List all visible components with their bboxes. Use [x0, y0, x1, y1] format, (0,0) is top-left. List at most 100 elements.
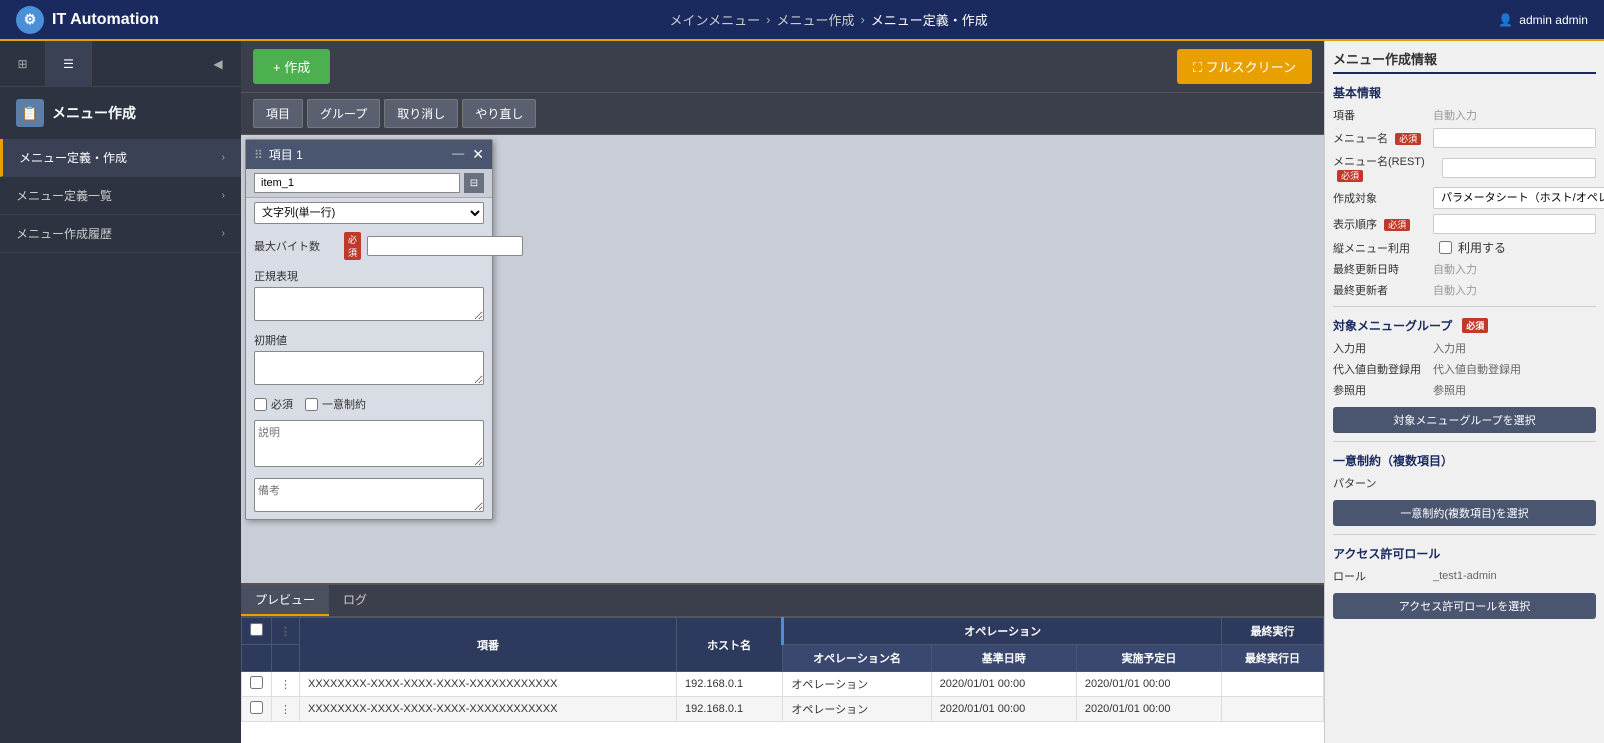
desc-input[interactable] — [254, 420, 484, 467]
unique-checkbox-label[interactable]: 一意制約 — [305, 396, 366, 412]
tab-preview[interactable]: プレビュー — [241, 585, 329, 616]
row-host-1: 192.168.0.1 — [677, 672, 783, 697]
regex-section: 正規表現 — [246, 264, 492, 328]
sidebar-item-menu-list[interactable]: メニュー定義一覧 › — [0, 177, 241, 215]
row-dots-1: ⋮ — [272, 672, 300, 697]
select-all-checkbox[interactable] — [250, 623, 263, 636]
row-execdate-2: 2020/01/01 00:00 — [1076, 697, 1221, 722]
table-header-host: ホスト名 — [677, 618, 783, 672]
item-name-row: ⊟ — [246, 169, 492, 198]
table-subheader-cb — [242, 645, 272, 672]
panel-close-icon[interactable]: ✕ — [472, 146, 484, 163]
unique-checkbox[interactable] — [305, 398, 318, 411]
menuname-rest-input[interactable] — [1442, 158, 1596, 178]
sidebar-item-menu-create[interactable]: メニュー定義・作成 › — [0, 139, 241, 177]
itemno-value: 自動入力 — [1433, 107, 1596, 123]
table-header-lastexec: 最終実行 — [1222, 618, 1324, 645]
menuname-input[interactable] — [1433, 128, 1596, 148]
regex-input[interactable] — [254, 287, 484, 321]
item-button[interactable]: 項目 — [253, 99, 303, 128]
drag-handle-icon: ⠿ — [254, 148, 263, 162]
item-name-collapse-btn[interactable]: ⊟ — [464, 173, 484, 193]
app-title: IT Automation — [52, 11, 159, 29]
unique-constraint-header: 一意制約（複数項目） — [1333, 452, 1596, 469]
create-button[interactable]: + 作成 — [253, 49, 330, 84]
menuname-label: メニュー名 必須 — [1333, 130, 1433, 146]
type-select-row: 文字列(単一行) 文字列(複数行) 整数 小数 日時 プルダウン選択 — [246, 198, 492, 228]
row-op-2: オペレーション — [783, 697, 931, 722]
user-area[interactable]: 👤 admin admin — [1498, 13, 1588, 27]
required-label: 必須 — [271, 396, 293, 412]
table-row: ⋮ XXXXXXXX-XXXX-XXXX-XXXX-XXXXXXXXXXXX 1… — [242, 672, 1324, 697]
vertical-menu-row: 縦メニュー利用 利用する — [1333, 239, 1596, 256]
fullscreen-button[interactable]: ⛶ フルスクリーン — [1177, 49, 1312, 84]
top-toolbar: + 作成 ⛶ フルスクリーン — [241, 41, 1324, 93]
chevron-right-icon-1: › — [222, 152, 225, 163]
action-toolbar: 項目 グループ 取り消し やり直し — [241, 93, 1324, 135]
field-row-displayorder: 表示順序 必須 — [1333, 214, 1596, 234]
autoreg-group-value: 代入値自動登録用 — [1433, 361, 1596, 377]
select-menu-group-button[interactable]: 対象メニューグループを選択 — [1333, 407, 1596, 433]
input-group-label: 入力用 — [1333, 340, 1433, 356]
target-select[interactable]: パラメータシート（ホスト/オペレーションあ — [1433, 187, 1604, 209]
default-input[interactable] — [254, 351, 484, 385]
menuname-rest-label: メニュー名(REST) 必須 — [1333, 153, 1442, 182]
row-op-1: オペレーション — [783, 672, 931, 697]
lastupdater-value: 自動入力 — [1433, 282, 1596, 298]
panel-collapse-icon[interactable]: — — [452, 146, 464, 163]
required-checkbox-label[interactable]: 必須 — [254, 396, 293, 412]
max-bytes-row: 最大バイト数 必須 — [246, 228, 492, 264]
breadcrumb-item-3: メニュー定義・作成 — [871, 10, 988, 29]
table-header-basedate: 基準日時 — [931, 645, 1076, 672]
field-row-itemno: 項番 自動入力 — [1333, 107, 1596, 123]
basic-info-header: 基本情報 — [1333, 84, 1596, 101]
row-basedate-2: 2020/01/01 00:00 — [931, 697, 1076, 722]
default-label: 初期値 — [254, 332, 484, 348]
chevron-right-icon-3: › — [222, 228, 225, 239]
displayorder-input[interactable] — [1433, 214, 1596, 234]
lastupdater-label: 最終更新者 — [1333, 282, 1433, 298]
sidebar-list-icon[interactable]: ☰ — [46, 41, 92, 87]
tab-log[interactable]: ログ — [329, 585, 381, 616]
table-header-dots: ⋮ — [272, 618, 300, 645]
app-logo-icon: ⚙ — [16, 6, 44, 34]
field-row-ref-group: 参照用 参照用 — [1333, 382, 1596, 398]
sidebar-item-label-3: メニュー作成履歴 — [16, 225, 112, 242]
role-value: _test1-admin — [1433, 570, 1596, 582]
max-bytes-input[interactable] — [367, 236, 523, 256]
ref-input[interactable] — [254, 478, 484, 512]
breadcrumb-item-2[interactable]: メニュー作成 — [776, 10, 854, 29]
autoreg-group-label: 代入値自動登録用 — [1333, 361, 1433, 377]
group-button[interactable]: グループ — [307, 99, 380, 128]
breadcrumb-sep-2: › — [860, 12, 864, 27]
sidebar-collapse-icon[interactable]: ◀ — [195, 41, 241, 87]
sidebar-item-label-1: メニュー定義・作成 — [19, 149, 127, 166]
canvas-area: ⠿ 項目 1 — ✕ ⊟ 文 — [241, 135, 1324, 583]
itemno-label: 項番 — [1333, 107, 1433, 123]
field-row-role: ロール _test1-admin — [1333, 568, 1596, 584]
table-row: ⋮ XXXXXXXX-XXXX-XXXX-XXXX-XXXXXXXXXXXX 1… — [242, 697, 1324, 722]
preview-table: ⋮ 項番 ホスト名 オペレーション 最終実行 オペレーション名 基準日時 実施予… — [241, 617, 1324, 722]
lastupdated-label: 最終更新日時 — [1333, 261, 1433, 277]
vertical-menu-checkbox[interactable] — [1439, 241, 1452, 254]
user-name: admin admin — [1519, 13, 1588, 27]
undo-button[interactable]: 取り消し — [384, 99, 458, 128]
field-row-lastupdater: 最終更新者 自動入力 — [1333, 282, 1596, 298]
target-group-required-badge: 必須 — [1462, 318, 1488, 333]
item-type-select[interactable]: 文字列(単一行) 文字列(複数行) 整数 小数 日時 プルダウン選択 — [254, 202, 484, 224]
preview-tabs: プレビュー ログ — [241, 585, 1324, 617]
access-role-header: アクセス許可ロール — [1333, 545, 1596, 562]
breadcrumb-item-1[interactable]: メインメニュー — [669, 10, 760, 29]
role-label: ロール — [1333, 568, 1433, 584]
item-name-input[interactable] — [254, 173, 460, 193]
row-checkbox-2[interactable] — [250, 701, 263, 714]
select-role-button[interactable]: アクセス許可ロールを選択 — [1333, 593, 1596, 619]
table-subheader-dots — [272, 645, 300, 672]
item-panel: ⠿ 項目 1 — ✕ ⊟ 文 — [245, 139, 493, 520]
row-checkbox-1[interactable] — [250, 676, 263, 689]
redo-button[interactable]: やり直し — [462, 99, 536, 128]
sidebar-grid-icon[interactable]: ⊞ — [0, 41, 46, 87]
sidebar-item-menu-history[interactable]: メニュー作成履歴 › — [0, 215, 241, 253]
select-unique-button[interactable]: 一意制約(複数項目)を選択 — [1333, 500, 1596, 526]
required-checkbox[interactable] — [254, 398, 267, 411]
